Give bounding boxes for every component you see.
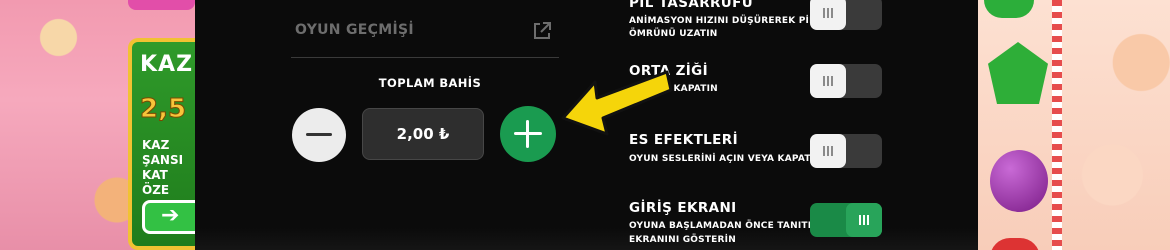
game-background-right	[978, 0, 1170, 250]
external-link-icon	[534, 22, 551, 39]
divider	[291, 57, 559, 58]
setting-title-battery-saver: PİL TASARRUFU	[629, 0, 754, 11]
arrow-right-icon[interactable]: ➔	[142, 200, 195, 234]
setting-desc-battery-saver-2: ÖMRÜNÜ UZATIN	[629, 29, 718, 39]
setting-desc-sound-effects: OYUN SESLERİNİ AÇIN VEYA KAPATIN	[629, 154, 822, 164]
promo-line: KAT	[142, 168, 168, 182]
promo-title: KAZ	[140, 52, 194, 77]
setting-desc-battery-saver: ANİMASYON HIZINI DÜŞÜREREK PİL	[629, 16, 816, 26]
toggle-ambient[interactable]	[810, 64, 882, 98]
toggle-intro-screen[interactable]	[810, 203, 882, 237]
plum-candy	[990, 150, 1048, 212]
promo-line: KAZ	[142, 138, 170, 152]
toggle-sound-effects[interactable]	[810, 134, 882, 168]
total-bet-label: TOPLAM BAHİS	[378, 76, 482, 90]
increase-bet-button[interactable]	[500, 106, 556, 162]
game-history-label: OYUN GEÇMİŞİ	[295, 22, 414, 38]
promo-line: ŞANSI	[142, 153, 184, 167]
promo-line: ÖZE	[142, 183, 170, 197]
bet-amount-display: 2,00 ₺	[362, 108, 484, 160]
setting-desc-intro-screen-2: EKRANINI GÖSTERİN	[629, 235, 736, 245]
promo-banner: KAZ 2,5 KAZ ŞANSI KAT ÖZE ➔	[128, 38, 195, 250]
setting-title-intro-screen: GİRİŞ EKRANI	[629, 200, 737, 216]
yellow-pointer-arrow-icon	[561, 70, 673, 136]
game-history-link[interactable]: OYUN GEÇMİŞİ	[291, 14, 559, 48]
toggle-battery-saver[interactable]	[810, 0, 882, 30]
pink-banner-edge	[128, 0, 195, 10]
setting-desc-intro-screen: OYUNA BAŞLAMADAN ÖNCE TANITIM	[629, 221, 821, 231]
decrease-bet-button[interactable]	[292, 108, 346, 162]
candy-cane-stripe	[1052, 0, 1062, 250]
promo-amount: 2,5	[139, 94, 187, 125]
